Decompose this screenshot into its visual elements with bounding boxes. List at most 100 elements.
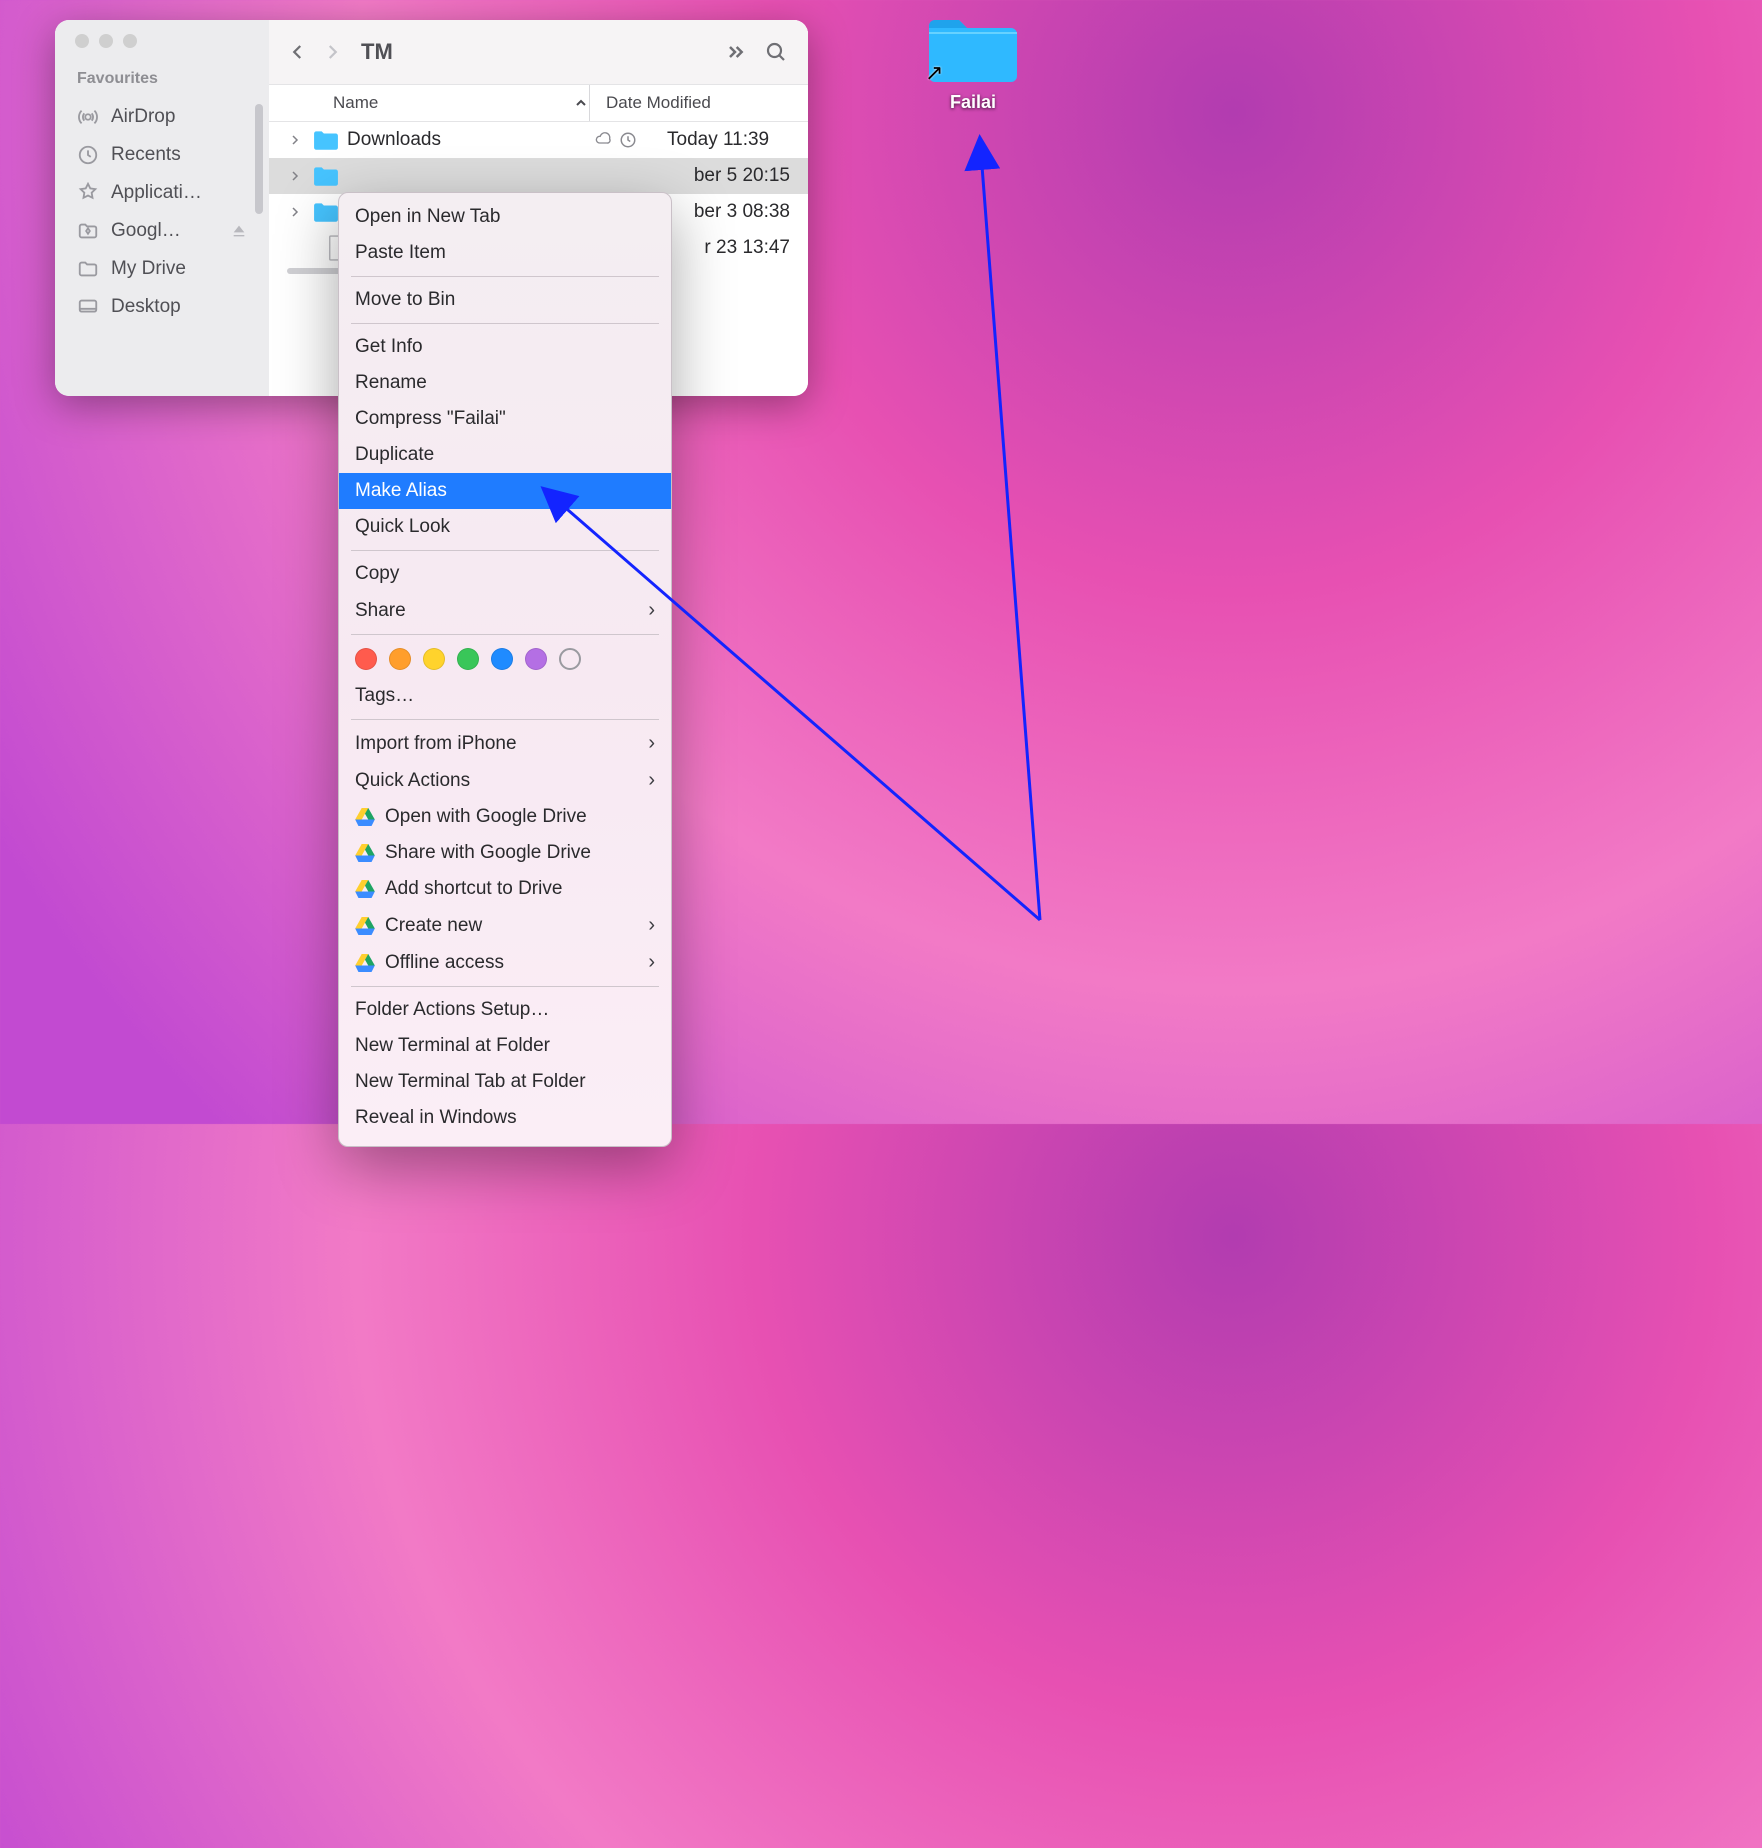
menu-item[interactable]: Share with Google Drive	[339, 835, 671, 871]
menu-item-tags[interactable]: Tags…	[339, 678, 671, 714]
menu-label: Compress "Failai"	[355, 408, 506, 430]
menu-item-reveal-windows[interactable]: Reveal in Windows	[339, 1100, 671, 1136]
sidebar-item-mydrive[interactable]: My Drive	[55, 250, 269, 288]
window-controls	[55, 34, 269, 70]
menu-item-move-to-bin[interactable]: Move to Bin	[339, 282, 671, 318]
list-row[interactable]: ber 5 20:15	[269, 158, 808, 194]
menu-label: Offline access	[385, 952, 504, 974]
menu-label: Open in New Tab	[355, 206, 500, 228]
row-date: r 23 13:47	[688, 237, 808, 259]
column-date-label: Date Modified	[606, 93, 711, 112]
menu-label: Quick Look	[355, 516, 450, 538]
menu-item[interactable]: Offline access›	[339, 944, 671, 981]
forward-button[interactable]	[323, 38, 341, 66]
tag-color-dot[interactable]	[457, 648, 479, 670]
back-button[interactable]	[289, 38, 307, 66]
menu-label: New Terminal at Folder	[355, 1035, 550, 1057]
menu-item[interactable]: Import from iPhone›	[339, 725, 671, 762]
menu-label: Reveal in Windows	[355, 1107, 517, 1129]
finder-toolbar: TM	[269, 20, 808, 84]
search-button[interactable]	[764, 40, 788, 64]
menu-label: Move to Bin	[355, 289, 455, 311]
tag-color-row	[339, 640, 671, 678]
menu-item-share[interactable]: Share ›	[339, 592, 671, 629]
menu-item-compress[interactable]: Compress "Failai"	[339, 401, 671, 437]
sidebar-item-desktop[interactable]: Desktop	[55, 288, 269, 326]
menu-item-make-alias[interactable]: Make Alias	[339, 473, 671, 509]
minimize-dot-icon[interactable]	[99, 34, 113, 48]
folder-icon	[307, 129, 347, 151]
menu-separator	[351, 634, 659, 635]
menu-item-new-terminal-tab[interactable]: New Terminal Tab at Folder	[339, 1064, 671, 1100]
overflow-button[interactable]	[722, 42, 748, 62]
sidebar-item-label: Applicati…	[111, 182, 202, 204]
menu-label: Share with Google Drive	[385, 842, 591, 864]
column-name-label: Name	[333, 93, 378, 113]
sidebar-scrollbar[interactable]	[255, 104, 263, 214]
sort-asc-icon	[573, 95, 589, 111]
context-menu: Open in New Tab Paste Item Move to Bin G…	[338, 192, 672, 1147]
sidebar-item-applications[interactable]: Applicati…	[55, 174, 269, 212]
close-dot-icon[interactable]	[75, 34, 89, 48]
row-date: Today 11:39	[651, 129, 769, 151]
tag-color-dot[interactable]	[491, 648, 513, 670]
menu-item-get-info[interactable]: Get Info	[339, 329, 671, 365]
alias-arrow-icon: ↗	[925, 60, 943, 86]
menu-label: Get Info	[355, 336, 423, 358]
column-name[interactable]: Name	[269, 85, 589, 121]
submenu-chevron-icon: ›	[648, 599, 655, 622]
sidebar-item-google-drive[interactable]: Googl…	[55, 212, 269, 250]
sidebar-item-recents[interactable]: Recents	[55, 136, 269, 174]
clock-icon	[77, 144, 99, 166]
menu-separator	[351, 550, 659, 551]
alias-folder-icon: ↗	[925, 12, 1021, 86]
disclosure-icon[interactable]	[289, 205, 307, 219]
menu-item-open-new-tab[interactable]: Open in New Tab	[339, 199, 671, 235]
menu-separator	[351, 276, 659, 277]
menu-label: Share	[355, 600, 406, 622]
menu-item[interactable]: Create new ›	[339, 907, 671, 944]
menu-item-folder-actions[interactable]: Folder Actions Setup…	[339, 992, 671, 1028]
cloud-icon	[593, 131, 613, 149]
sidebar-section-label: Favourites	[55, 70, 269, 98]
menu-label: Rename	[355, 372, 427, 394]
menu-label: Duplicate	[355, 444, 434, 466]
submenu-chevron-icon: ›	[648, 914, 655, 937]
menu-item[interactable]: Open with Google Drive	[339, 799, 671, 835]
menu-separator	[351, 986, 659, 987]
menu-label: Make Alias	[355, 480, 447, 502]
menu-item-quick-look[interactable]: Quick Look	[339, 509, 671, 545]
submenu-chevron-icon: ›	[648, 769, 655, 792]
menu-item[interactable]: Add shortcut to Drive	[339, 871, 671, 907]
menu-label: Create new	[385, 915, 482, 937]
list-row[interactable]: Downloads Today 11:39	[269, 122, 808, 158]
zoom-dot-icon[interactable]	[123, 34, 137, 48]
tag-color-dot[interactable]	[355, 648, 377, 670]
eject-icon[interactable]	[231, 223, 247, 239]
column-date[interactable]: Date Modified	[590, 85, 808, 121]
menu-label: Add shortcut to Drive	[385, 878, 562, 900]
menu-item-paste-item[interactable]: Paste Item	[339, 235, 671, 271]
sidebar-item-airdrop[interactable]: AirDrop	[55, 98, 269, 136]
window-title: TM	[361, 39, 393, 65]
disclosure-icon[interactable]	[289, 169, 307, 183]
menu-item-rename[interactable]: Rename	[339, 365, 671, 401]
menu-label: Import from iPhone	[355, 733, 517, 755]
menu-item-duplicate[interactable]: Duplicate	[339, 437, 671, 473]
menu-separator	[351, 719, 659, 720]
desktop-alias-folder[interactable]: ↗ Failai	[918, 12, 1028, 113]
disclosure-icon[interactable]	[289, 133, 307, 147]
menu-item-new-terminal[interactable]: New Terminal at Folder	[339, 1028, 671, 1064]
menu-item-copy[interactable]: Copy	[339, 556, 671, 592]
menu-label: Tags…	[355, 685, 414, 707]
desktop-icon	[77, 296, 99, 318]
menu-label: Open with Google Drive	[385, 806, 587, 828]
row-name: Downloads	[347, 129, 593, 151]
applications-icon	[77, 182, 99, 204]
tag-color-dot[interactable]	[559, 648, 581, 670]
tag-color-dot[interactable]	[525, 648, 547, 670]
menu-item[interactable]: Quick Actions›	[339, 762, 671, 799]
folder-icon	[77, 258, 99, 280]
tag-color-dot[interactable]	[423, 648, 445, 670]
tag-color-dot[interactable]	[389, 648, 411, 670]
